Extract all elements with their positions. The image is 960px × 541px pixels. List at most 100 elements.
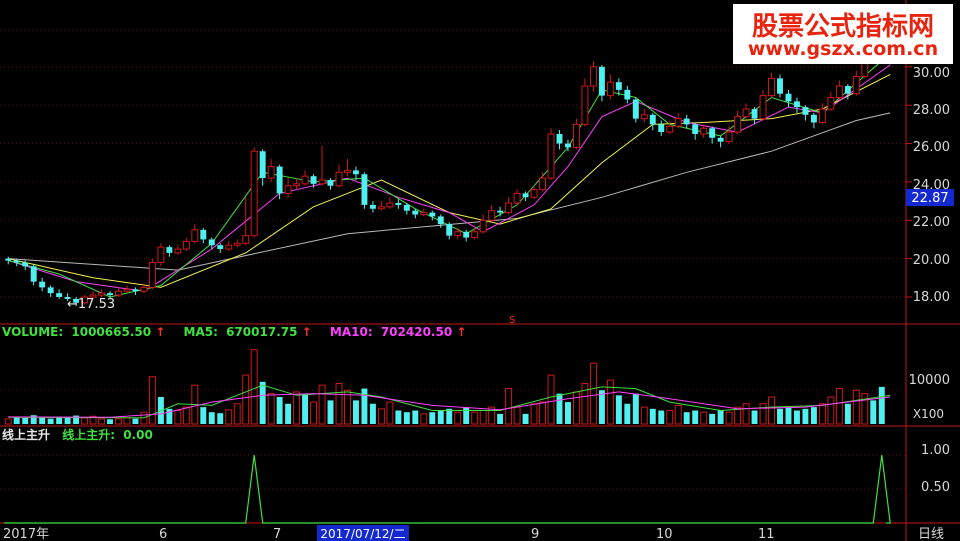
candle-body-down bbox=[208, 239, 215, 246]
volume-bar-up bbox=[174, 410, 182, 425]
candle-body-up bbox=[700, 127, 708, 135]
volume-bar-down bbox=[632, 393, 639, 424]
volume-bar-up bbox=[123, 417, 131, 425]
volume-bar-down bbox=[412, 410, 419, 424]
volume-bar-down bbox=[200, 407, 207, 424]
volume-bar-down bbox=[497, 413, 504, 424]
time-label: 9 bbox=[531, 527, 539, 541]
volume-bar-up bbox=[420, 413, 428, 425]
candle-body-up bbox=[225, 244, 233, 250]
volume-bar-down bbox=[658, 410, 665, 424]
candle-body-down bbox=[395, 203, 402, 205]
volume-bar-up bbox=[242, 374, 250, 425]
volume-bar-down bbox=[785, 407, 792, 424]
volume-bar-up bbox=[318, 384, 326, 425]
volume-bar-down bbox=[107, 419, 113, 424]
candle-body-up bbox=[488, 210, 496, 221]
volume-bar-down bbox=[717, 410, 724, 424]
volume-bar-down bbox=[463, 407, 470, 424]
candle-body-down bbox=[717, 137, 724, 142]
volume-bar-up bbox=[852, 389, 860, 425]
candle-body-down bbox=[56, 293, 63, 297]
volume-bar-down bbox=[13, 417, 20, 424]
volume-bar-up bbox=[310, 401, 318, 425]
candle-body-down bbox=[692, 124, 699, 134]
time-label: 10 bbox=[656, 527, 673, 541]
candle-body-up bbox=[479, 219, 487, 233]
volume-bar-up bbox=[233, 403, 241, 425]
current-price-value: 22.87 bbox=[911, 191, 948, 206]
candle-body-down bbox=[412, 210, 419, 215]
ma5-arrow: ↑ bbox=[302, 325, 312, 339]
volume-bar-down bbox=[870, 400, 877, 424]
volume-bar-up bbox=[335, 383, 343, 425]
candle-body-up bbox=[852, 75, 860, 95]
period-label[interactable]: 日线 bbox=[918, 527, 944, 541]
volume-bar-up bbox=[225, 409, 233, 425]
candle-body-up bbox=[420, 212, 428, 216]
volume-bar-down bbox=[208, 412, 215, 424]
candle-body-up bbox=[581, 85, 589, 125]
cursor-date: 2017/07/12/二 bbox=[320, 527, 405, 541]
volume-bar-down bbox=[598, 390, 605, 424]
ma5-label: MA5: bbox=[184, 325, 218, 339]
candle-body-down bbox=[310, 176, 317, 184]
price-tick: 22.00 bbox=[913, 215, 950, 230]
volume-bar-down bbox=[217, 413, 224, 424]
volume-value: 1000665.50 bbox=[71, 325, 151, 339]
candle-body-up bbox=[547, 133, 555, 179]
candle-body-down bbox=[844, 86, 851, 94]
volume-bar-up bbox=[818, 403, 826, 425]
candle-body-up bbox=[827, 97, 835, 110]
ma10-arrow: ↑ bbox=[456, 325, 466, 339]
volume-bar-down bbox=[649, 408, 656, 424]
candle-body-up bbox=[589, 66, 597, 87]
min-price-marker: ←17.53 bbox=[67, 297, 115, 312]
volume-bar-down bbox=[259, 381, 266, 424]
price-tick: 26.00 bbox=[913, 140, 950, 155]
candle-body-up bbox=[301, 175, 309, 185]
volume-bar-down bbox=[751, 410, 758, 424]
candle-body-down bbox=[683, 118, 690, 125]
candle-body-down bbox=[446, 224, 453, 236]
watermark-url: www.gszx.com.cn bbox=[747, 38, 939, 60]
candle-body-up bbox=[674, 118, 682, 127]
candle-body-down bbox=[200, 229, 207, 240]
candle-body-down bbox=[565, 143, 571, 148]
candle-body-down bbox=[777, 78, 783, 94]
volume-tick: 10000 bbox=[909, 373, 950, 388]
indicator-series-label: 线上主升: bbox=[62, 427, 115, 442]
volume-bar-down bbox=[327, 400, 334, 424]
candle-body-down bbox=[5, 258, 12, 261]
volume-bar-up bbox=[182, 406, 190, 425]
candle-body-up bbox=[572, 123, 580, 148]
indicator-tick: 1.00 bbox=[921, 443, 950, 458]
volume-bar-up bbox=[471, 411, 479, 425]
candle-body-up bbox=[157, 246, 165, 263]
volume-bar-down bbox=[692, 410, 699, 424]
volume-bar-up bbox=[606, 379, 614, 425]
time-label: 11 bbox=[758, 527, 775, 541]
time-label: 2017年 bbox=[3, 527, 49, 541]
ma10-label: MA10: bbox=[330, 325, 373, 339]
volume-bar-down bbox=[64, 417, 71, 424]
volume-bar-up bbox=[768, 396, 775, 425]
candle-body-down bbox=[497, 210, 504, 213]
candle-body-up bbox=[742, 108, 750, 118]
volume-bar-down bbox=[615, 395, 622, 424]
candle-body-up bbox=[284, 185, 292, 194]
volume-bar-up bbox=[505, 388, 513, 425]
volume-bar-up bbox=[267, 393, 275, 425]
candle-body-up bbox=[835, 85, 843, 99]
candle-body-up bbox=[725, 131, 733, 143]
volume-bar-up bbox=[666, 410, 674, 425]
candle-body-up bbox=[768, 77, 775, 97]
candle-body-down bbox=[632, 99, 639, 119]
candle-body-up bbox=[471, 231, 479, 239]
volume-bar-up bbox=[293, 391, 301, 425]
indicator-name: 线上主升 bbox=[2, 427, 50, 442]
candle-body-down bbox=[751, 109, 758, 119]
candle-body-down bbox=[403, 204, 410, 211]
volume-bar-up bbox=[513, 406, 521, 425]
volume-bar-down bbox=[683, 412, 690, 424]
